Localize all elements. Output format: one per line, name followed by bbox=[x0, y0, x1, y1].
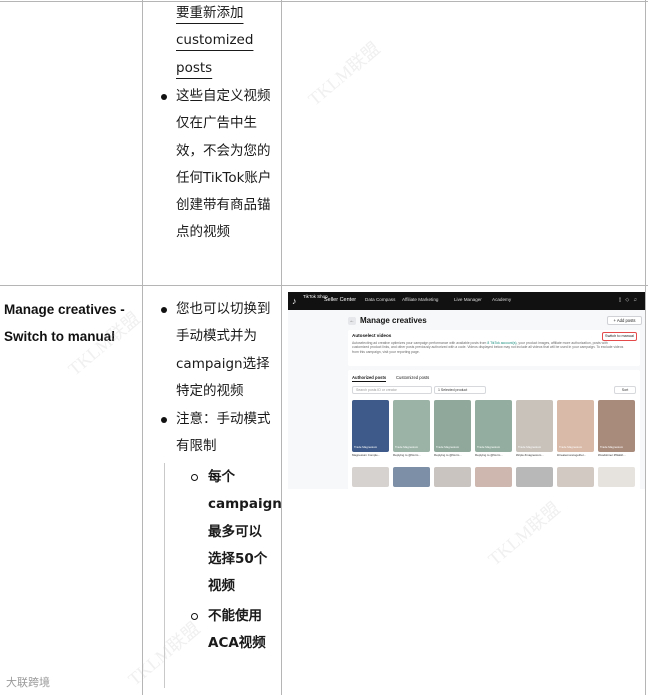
video-thumbnail[interactable] bbox=[516, 467, 553, 487]
video-thumbnail[interactable] bbox=[352, 467, 389, 487]
posts-panel: Authorized posts Customized posts Search… bbox=[348, 370, 640, 489]
seller-center-main: ← Manage creatives + Add posts Autoselec… bbox=[346, 310, 645, 489]
autoselect-card: Autoselect videos Autoselecting ad creat… bbox=[348, 330, 640, 366]
nav-live-manager[interactable]: Live Manager bbox=[454, 297, 482, 302]
nav-academy[interactable]: Academy bbox=[492, 297, 511, 302]
posts-search-input[interactable]: Search posts ID or creator bbox=[352, 386, 432, 394]
thumbnail-caption: Replying to @Norm... bbox=[393, 453, 421, 457]
back-arrow-icon[interactable]: ← bbox=[348, 317, 356, 325]
thumbnail-label: Trade Magnesium bbox=[395, 445, 419, 449]
video-thumbnail[interactable] bbox=[598, 467, 635, 487]
sub-bullet-line: ACA视频 bbox=[208, 635, 266, 652]
continuation-text: 要重新添加 customized posts bbox=[176, 0, 253, 82]
sub-bullet-line: campaign bbox=[208, 496, 282, 513]
seller-center-brand: Seller Center bbox=[324, 297, 357, 303]
add-posts-button[interactable]: + Add posts bbox=[607, 316, 642, 325]
bullet-line: 注意：手动模式 bbox=[176, 411, 271, 427]
nav-affiliate-marketing[interactable]: Affiliate Marketing bbox=[402, 297, 438, 302]
table-border-top bbox=[0, 1, 648, 2]
video-thumbnail[interactable]: Trade Magnesium bbox=[352, 400, 389, 452]
thumbnail-caption: Replying to @Norm... bbox=[475, 453, 503, 457]
bullet-line: 点的视频 bbox=[176, 224, 230, 241]
bullet-text-manual-limits: 注意：手动模式 有限制 bbox=[176, 406, 271, 461]
seller-center-sidebar bbox=[288, 310, 340, 489]
thumbnail-caption: Replying to @Norm... bbox=[434, 453, 462, 457]
sub-bullet-ring bbox=[191, 613, 198, 620]
video-thumbnail[interactable]: Trade Magnesium bbox=[393, 400, 430, 452]
sub-bullet-text-limit-50: 每个 campaign 最多可以 选择50个 视频 bbox=[208, 464, 282, 600]
bullet-line: 创建带有商品锚 bbox=[176, 197, 271, 214]
table-border-right bbox=[645, 0, 646, 695]
embedded-seller-center-screenshot: ♪ TikTok Shop Seller Center Data Compass… bbox=[288, 292, 645, 489]
thumbnail-label: Trade Magnesium bbox=[600, 445, 624, 449]
bullet-line: 这些自定义视频 bbox=[176, 88, 271, 104]
bullet-line: 您也可以切换到 bbox=[176, 301, 271, 317]
bullet-dot bbox=[161, 94, 167, 100]
thumbnail-label: Trade Magnesium bbox=[436, 445, 460, 449]
video-thumbnail[interactable]: Trade Magnesium bbox=[516, 400, 553, 452]
bullet-line: 特定的视频 bbox=[176, 382, 244, 399]
thumbnail-label: Trade Magnesium bbox=[477, 445, 501, 449]
switch-to-manual-button[interactable]: Switch to manual bbox=[602, 332, 637, 341]
thumbnail-caption: #createmoretogether... bbox=[557, 453, 587, 457]
autoselect-text: Autoselecting ad creative optimizes your… bbox=[352, 341, 488, 345]
tab-authorized-posts[interactable]: Authorized posts bbox=[352, 375, 387, 382]
thumbnail-label: Trade Magnesium bbox=[354, 445, 378, 449]
bullet-line: 效，不会为您的 bbox=[176, 142, 271, 159]
continuation-line: customized bbox=[176, 32, 254, 49]
sub-bullet-line: 选择50个 bbox=[208, 550, 268, 567]
bullet-text-switch-manual: 您也可以切换到 手动模式并为 campaign选择 特定的视频 bbox=[176, 296, 271, 405]
sublist-indent-bar bbox=[164, 463, 165, 688]
continuation-line: 要重新添加 bbox=[176, 5, 244, 21]
seller-center-topbar: ♪ TikTok Shop Seller Center Data Compass… bbox=[288, 292, 645, 310]
topbar-icons[interactable]: ▯◇♫ bbox=[619, 297, 641, 303]
thumbnail-caption: #Godstimer #Walsh... bbox=[598, 453, 626, 457]
thumbnail-caption: Magnesium Comple... bbox=[352, 453, 381, 457]
manage-creatives-title: Manage creatives bbox=[360, 316, 427, 325]
bullet-dot bbox=[161, 417, 167, 423]
nav-data-compass[interactable]: Data Compass bbox=[365, 297, 395, 302]
autoselect-title: Autoselect videos bbox=[352, 333, 392, 338]
sub-bullet-line: 视频 bbox=[208, 578, 235, 595]
sub-bullet-line: 每个 bbox=[208, 469, 235, 485]
row-label: Manage creatives - Switch to manual bbox=[4, 302, 125, 345]
bullet-line: 仅在广告中生 bbox=[176, 115, 257, 132]
bullet-dot bbox=[161, 307, 167, 313]
sub-bullet-ring bbox=[191, 474, 198, 481]
table-row-divider bbox=[0, 285, 648, 286]
video-thumbnail[interactable]: Trade Magnesium bbox=[598, 400, 635, 452]
bullet-line: 任何TikTok账户 bbox=[176, 169, 272, 186]
sub-bullet-line: 最多可以 bbox=[208, 523, 262, 540]
footer-logo: 大联跨境 bbox=[6, 676, 50, 689]
sub-bullet-text-no-aca: 不能使用 ACA视频 bbox=[208, 603, 266, 658]
thumbnail-label: Trade Magnesium bbox=[518, 445, 542, 449]
autoselect-description: Autoselecting ad creative optimizes your… bbox=[352, 341, 624, 354]
bullet-line: 有限制 bbox=[176, 438, 217, 455]
bullet-line: 手动模式并为 bbox=[176, 328, 257, 345]
video-thumbnail[interactable] bbox=[393, 467, 430, 487]
video-thumbnail[interactable] bbox=[475, 467, 512, 487]
thumbnail-caption: #triple #magnesium... bbox=[516, 453, 544, 457]
video-thumbnail[interactable] bbox=[434, 467, 471, 487]
video-thumbnail[interactable]: Trade Magnesium bbox=[557, 400, 594, 452]
sort-button[interactable]: Sort bbox=[614, 386, 636, 394]
continuation-line: posts bbox=[176, 59, 213, 76]
tiktok-accounts-link[interactable]: 8 TikTok account(s) bbox=[487, 341, 516, 345]
bullet-text-custom-videos: 这些自定义视频 仅在广告中生 效，不会为您的 任何TikTok账户 创建带有商品… bbox=[176, 83, 271, 247]
tab-customized-posts[interactable]: Customized posts bbox=[396, 375, 429, 380]
video-thumbnail[interactable]: Trade Magnesium bbox=[475, 400, 512, 452]
bullet-line: campaign选择 bbox=[176, 355, 270, 372]
video-thumbnail[interactable]: Trade Magnesium bbox=[434, 400, 471, 452]
sub-bullet-line: 不能使用 bbox=[208, 608, 262, 624]
product-select[interactable]: 1 Selected product bbox=[434, 386, 486, 394]
video-thumbnail[interactable] bbox=[557, 467, 594, 487]
thumbnail-label: Trade Magnesium bbox=[559, 445, 583, 449]
table-column-divider bbox=[142, 0, 143, 695]
